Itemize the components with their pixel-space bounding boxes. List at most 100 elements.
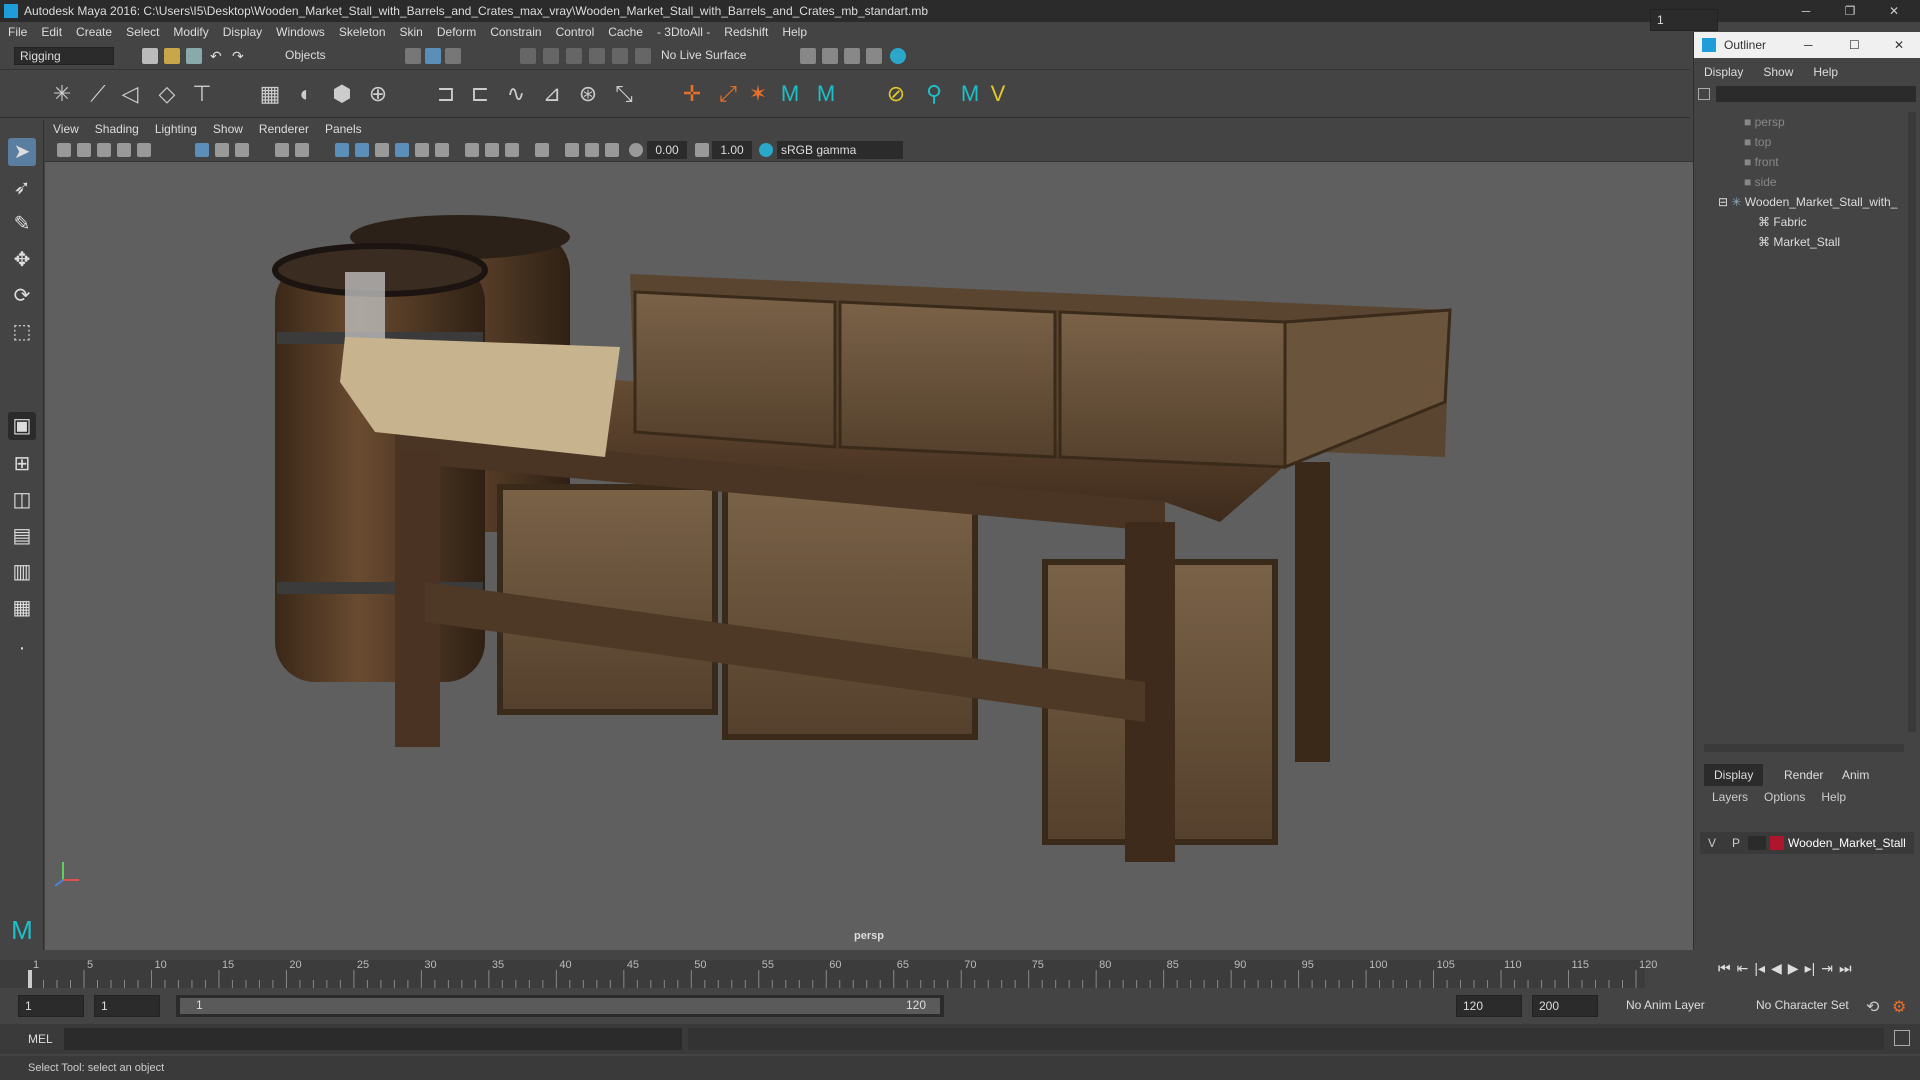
prune-weights-icon[interactable]: ⤡ <box>612 82 636 106</box>
play-backward-icon[interactable]: ◀ <box>1771 960 1782 977</box>
wrap-icon[interactable]: ⬢ <box>330 82 354 106</box>
menu-cache[interactable]: Cache <box>608 25 643 39</box>
character-set-dropdown[interactable]: No Character Set <box>1750 995 1862 1017</box>
film-gate-icon[interactable] <box>215 143 229 157</box>
use-default-material-icon[interactable] <box>375 143 389 157</box>
persp-outliner-icon[interactable]: ▤ <box>8 522 36 550</box>
shadows-icon[interactable] <box>435 143 449 157</box>
human-ik-icon[interactable]: M <box>778 82 802 106</box>
mirror-weights-icon[interactable]: ⊿ <box>540 82 564 106</box>
outliner-item-group[interactable]: ⊟ ✳ Wooden_Market_Stall_with_ <box>1694 192 1904 212</box>
menu-3dtoall[interactable]: - 3DtoAll - <box>657 25 710 39</box>
point-constraint-icon[interactable]: ✛ <box>680 82 704 106</box>
time-slider[interactable]: 1 5 10 15 20 25 30 35 40 45 50 55 60 65 70 75 80 85 90 95 10… <box>0 9 1718 990</box>
outliner-maximize-button[interactable]: ☐ <box>1849 38 1860 52</box>
deformer-icon[interactable]: V <box>986 82 1010 106</box>
menu-help[interactable]: Help <box>782 25 807 39</box>
ipr-render-icon[interactable] <box>866 48 882 64</box>
blend-shape-icon[interactable]: ⊘ <box>884 82 908 106</box>
hypershade-icon[interactable] <box>890 48 906 64</box>
menu-skin[interactable]: Skin <box>400 25 423 39</box>
insert-joint-icon[interactable]: ◇ <box>155 82 179 106</box>
ruler-background[interactable] <box>0 960 1645 988</box>
move-tool-icon[interactable]: ✥ <box>8 246 36 274</box>
outliner-item-top[interactable]: ■ top <box>1694 132 1904 152</box>
gamma-field[interactable]: 1.00 <box>712 141 752 159</box>
undo-icon[interactable]: ↶ <box>210 48 226 64</box>
restore-button[interactable]: ❐ <box>1828 0 1872 22</box>
range-bar[interactable]: 1 120 <box>176 995 944 1017</box>
vp-menu-lighting[interactable]: Lighting <box>155 122 197 136</box>
snap-view-icon[interactable] <box>589 48 605 64</box>
outliner-close-button[interactable]: ✕ <box>1894 38 1904 52</box>
select-object-icon[interactable] <box>425 48 441 64</box>
gamma-icon[interactable] <box>695 143 709 157</box>
vp-menu-show[interactable]: Show <box>213 122 243 136</box>
close-button[interactable]: ✕ <box>1872 0 1916 22</box>
auto-key-icon[interactable]: ⟲ <box>1866 997 1879 1017</box>
menu-redshift[interactable]: Redshift <box>724 25 768 39</box>
scale-tool-icon[interactable]: ⬚ <box>8 318 36 346</box>
outliner-item-fabric[interactable]: ⌘ Fabric <box>1694 212 1904 232</box>
play-forward-icon[interactable]: ▶ <box>1788 960 1799 977</box>
textured-icon[interactable] <box>395 143 409 157</box>
render-current-icon[interactable] <box>844 48 860 64</box>
menu-set-dropdown[interactable]: Rigging <box>14 47 114 65</box>
current-time-indicator[interactable] <box>28 970 32 988</box>
go-to-start-icon[interactable]: ⏮ <box>1718 960 1731 977</box>
menu-skeleton[interactable]: Skeleton <box>339 25 386 39</box>
layer-row[interactable]: V P Wooden_Market_Stall <box>1700 832 1914 854</box>
safe-title-icon[interactable] <box>295 143 309 157</box>
tab-render[interactable]: Render <box>1774 764 1833 786</box>
minimize-button[interactable]: ─ <box>1784 0 1828 22</box>
outliner-menu-help[interactable]: Help <box>1813 65 1838 79</box>
tab-anim[interactable]: Anim <box>1832 764 1879 786</box>
snap-surface-icon[interactable] <box>612 48 628 64</box>
menu-modify[interactable]: Modify <box>173 25 208 39</box>
snap-grid-icon[interactable] <box>520 48 536 64</box>
anim-layer-dropdown[interactable]: No Anim Layer <box>1620 995 1740 1017</box>
layer-color-swatch[interactable] <box>1770 836 1784 850</box>
color-management-icon[interactable] <box>759 143 773 157</box>
copy-weights-icon[interactable]: ⊛ <box>576 82 600 106</box>
step-forward-frame-icon[interactable]: ▸| <box>1805 960 1816 977</box>
lattice-icon[interactable]: ◐ <box>294 82 318 106</box>
outliner-menu-display[interactable]: Display <box>1704 65 1743 79</box>
outliner-menu-show[interactable]: Show <box>1763 65 1793 79</box>
color-space-dropdown[interactable]: sRGB gamma <box>777 141 903 159</box>
ik-spline-icon[interactable]: ◁ <box>118 82 142 106</box>
hypershade-layout-icon[interactable]: ▦ <box>8 594 36 622</box>
viewport-panel[interactable]: View Shading Lighting Show Renderer Pane… <box>45 120 1693 950</box>
side-by-side-icon[interactable]: ◫ <box>8 486 36 514</box>
vp-menu-shading[interactable]: Shading <box>95 122 139 136</box>
outliner-item-market-stall[interactable]: ⌘ Market_Stall <box>1694 232 1904 252</box>
ambient-occlusion-icon[interactable] <box>465 143 479 157</box>
ik-handle-icon[interactable]: ⟋ <box>86 82 110 106</box>
persp-graph-icon[interactable]: ▥ <box>8 558 36 586</box>
anim-prefs-icon[interactable]: ⚙ <box>1892 997 1906 1017</box>
rotate-tool-icon[interactable]: ⟳ <box>8 282 36 310</box>
single-view-icon[interactable]: ▣ <box>8 412 36 440</box>
isolate-select-icon[interactable] <box>535 143 549 157</box>
joint-tool-icon[interactable]: ✳ <box>50 82 74 106</box>
wire-icon[interactable]: ⊕ <box>366 82 390 106</box>
snap-point-icon[interactable] <box>566 48 582 64</box>
xray-icon[interactable] <box>565 143 579 157</box>
layer-playback-toggle[interactable]: P <box>1724 836 1748 850</box>
layer-menu-layers[interactable]: Layers <box>1712 790 1748 804</box>
outliner-minimize-button[interactable]: ─ <box>1804 38 1813 52</box>
lights-icon[interactable] <box>415 143 429 157</box>
selection-mode-dropdown[interactable]: Objects <box>280 47 380 65</box>
mirror-joint-icon[interactable]: ⊤ <box>190 82 214 106</box>
outliner-item-front[interactable]: ■ front <box>1694 152 1904 172</box>
backface-culling-icon[interactable] <box>605 143 619 157</box>
outliner-item-persp[interactable]: ■ persp <box>1694 112 1904 132</box>
snap-plane-icon[interactable] <box>635 48 651 64</box>
lasso-tool-icon[interactable]: ➶ <box>8 174 36 202</box>
render-settings-icon[interactable] <box>800 48 816 64</box>
paint-weights-icon[interactable]: ∿ <box>504 82 528 106</box>
safe-action-icon[interactable] <box>275 143 289 157</box>
outliner-horizontal-scrollbar[interactable] <box>1704 744 1904 752</box>
menu-control[interactable]: Control <box>556 25 595 39</box>
bind-skin-icon[interactable]: ⊐ <box>434 82 458 106</box>
